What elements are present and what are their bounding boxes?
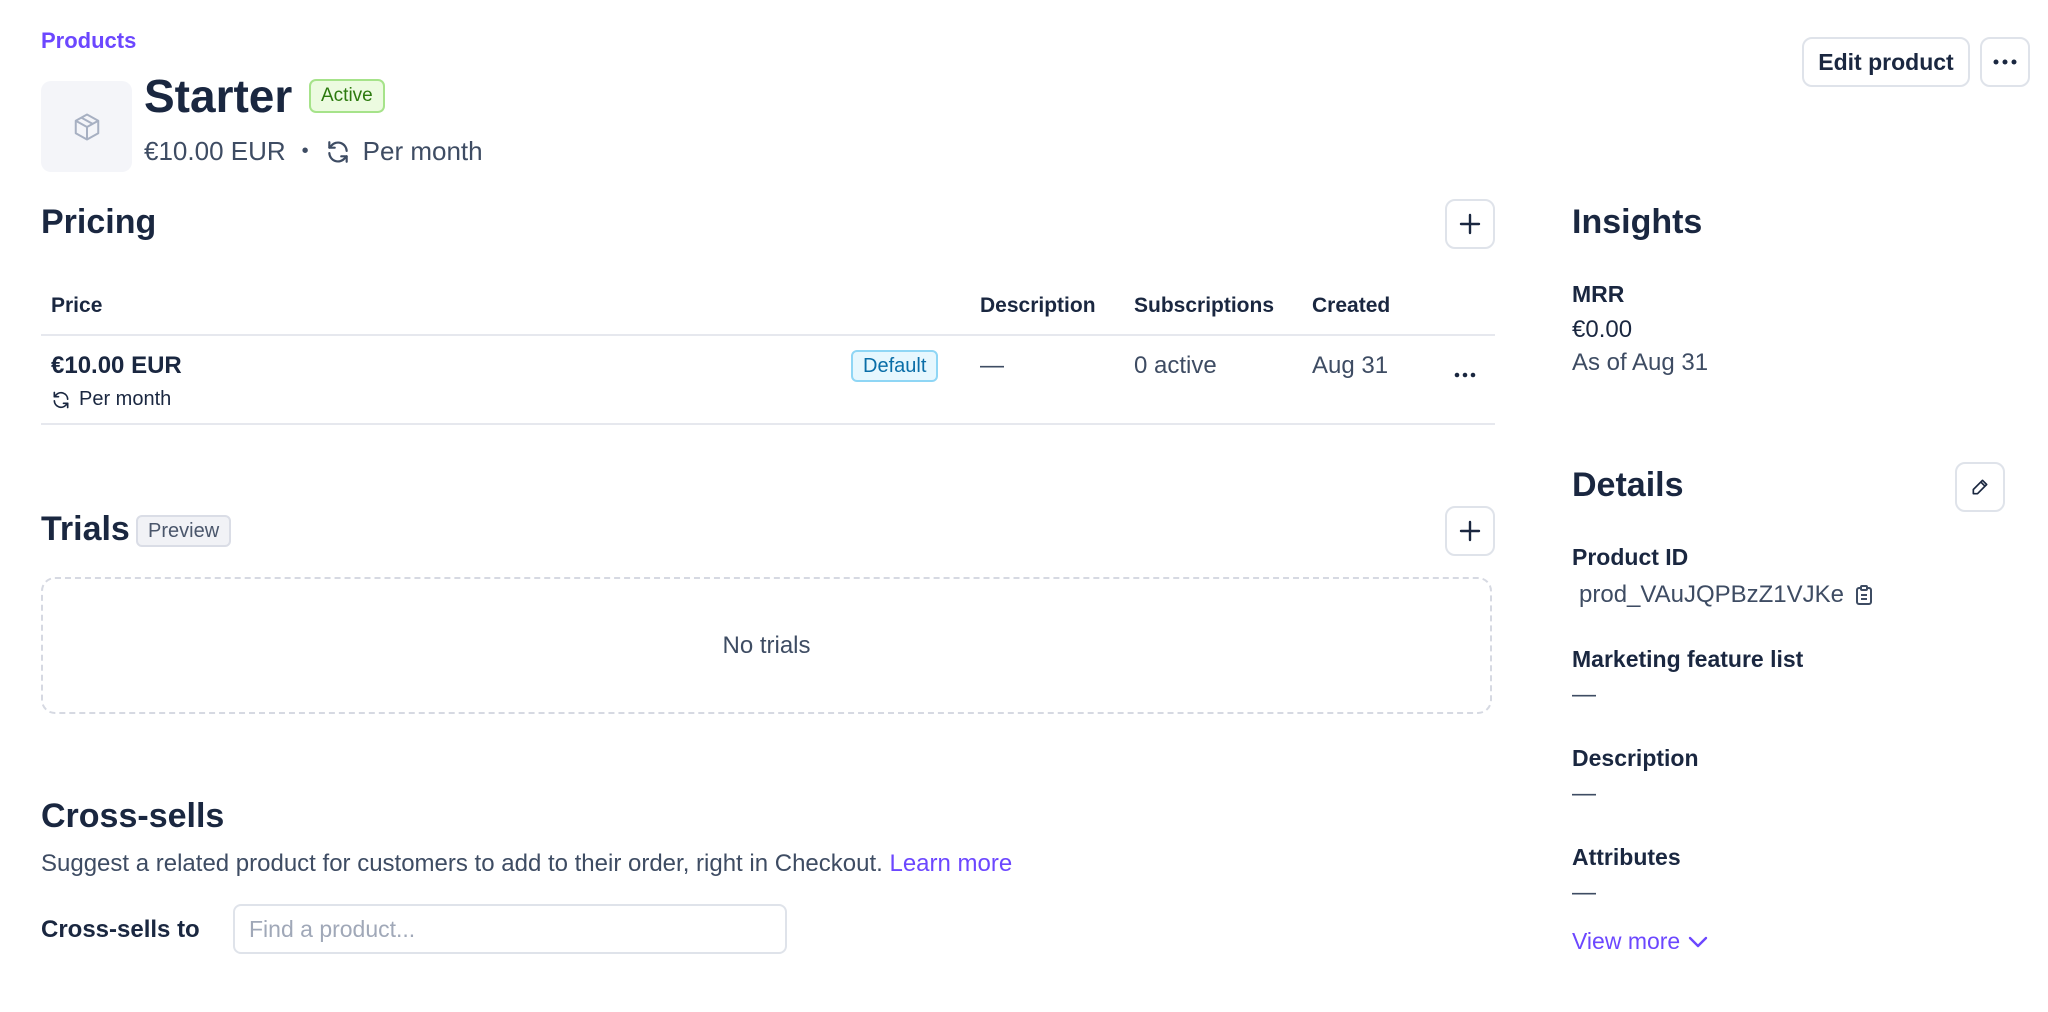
trials-title: Trials [41, 510, 130, 548]
row-interval-label: Per month [79, 388, 172, 410]
copy-icon[interactable] [1854, 584, 1874, 606]
details-title: Details [1572, 466, 1684, 504]
marketing-feature-list-label: Marketing feature list [1572, 646, 1804, 672]
product-name: Starter [144, 70, 293, 122]
pencil-icon [1972, 479, 1988, 495]
box-icon [74, 113, 99, 140]
view-more-label: View more [1572, 928, 1681, 954]
attributes-label: Attributes [1572, 844, 1681, 870]
status-badge: Active [309, 79, 385, 113]
edit-product-button[interactable]: Edit product [1802, 37, 1970, 87]
row-created: Aug 31 [1312, 352, 1389, 379]
insights-title: Insights [1572, 203, 1703, 241]
product-interval: Per month [362, 136, 483, 166]
product-id-value: prod_VAuJQPBzZ1VJKe [1579, 581, 1845, 608]
separator-dot: • [301, 140, 309, 162]
mrr-value: €0.00 [1572, 316, 1633, 343]
edit-details-button[interactable] [1955, 462, 2005, 512]
product-id: prod_VAuJQPBzZ1VJKe [1579, 581, 1874, 609]
row-price: €10.00 EUR [51, 352, 182, 379]
plus-icon [1459, 213, 1481, 235]
chevron-down-icon [1689, 936, 1708, 947]
description-value: — [1572, 780, 1596, 807]
trials-empty-text: No trials [722, 631, 811, 659]
recurring-icon [53, 391, 69, 408]
product-id-label: Product ID [1572, 544, 1689, 570]
ellipsis-icon [1993, 59, 2017, 65]
preview-badge: Preview [136, 515, 232, 547]
learn-more-link[interactable]: Learn more [889, 850, 1012, 877]
view-more-link[interactable]: View more [1572, 928, 1708, 955]
plus-icon [1459, 520, 1481, 542]
cross-sells-to-label: Cross-sells to [41, 916, 200, 943]
row-interval: Per month [51, 388, 171, 411]
column-header-price: Price [51, 294, 103, 317]
product-price: €10.00 EUR [144, 136, 286, 166]
cross-sells-description: Suggest a related product for customers … [41, 850, 1012, 878]
attributes-value: — [1572, 879, 1596, 906]
column-header-description: Description [980, 294, 1096, 317]
table-divider [41, 334, 1495, 336]
row-subscriptions: 0 active [1134, 352, 1217, 379]
row-description: — [980, 352, 1004, 379]
trials-empty-state: No trials [41, 577, 1492, 714]
default-badge: Default [851, 350, 939, 382]
pricing-title: Pricing [41, 203, 157, 241]
find-product-input[interactable] [233, 904, 787, 954]
row-more-button[interactable] [1450, 360, 1480, 390]
ellipsis-icon [1454, 372, 1476, 378]
mrr-label: MRR [1572, 281, 1625, 307]
product-subline: €10.00 EUR • Per month [144, 136, 483, 167]
more-actions-button[interactable] [1980, 37, 2030, 87]
table-divider [41, 423, 1495, 425]
product-image-placeholder [41, 81, 132, 172]
mrr-as-of: As of Aug 31 [1572, 349, 1709, 376]
breadcrumb-products[interactable]: Products [41, 28, 136, 54]
column-header-subscriptions: Subscriptions [1134, 294, 1275, 317]
add-trial-button[interactable] [1445, 506, 1495, 556]
cross-sells-description-text: Suggest a related product for customers … [41, 850, 883, 877]
header-actions: Edit product [1802, 37, 2030, 87]
description-label: Description [1572, 745, 1699, 771]
cross-sells-title: Cross-sells [41, 797, 225, 835]
add-price-button[interactable] [1445, 199, 1495, 249]
column-header-created: Created [1312, 294, 1391, 317]
marketing-feature-list-value: — [1572, 681, 1596, 708]
recurring-icon [327, 140, 348, 163]
